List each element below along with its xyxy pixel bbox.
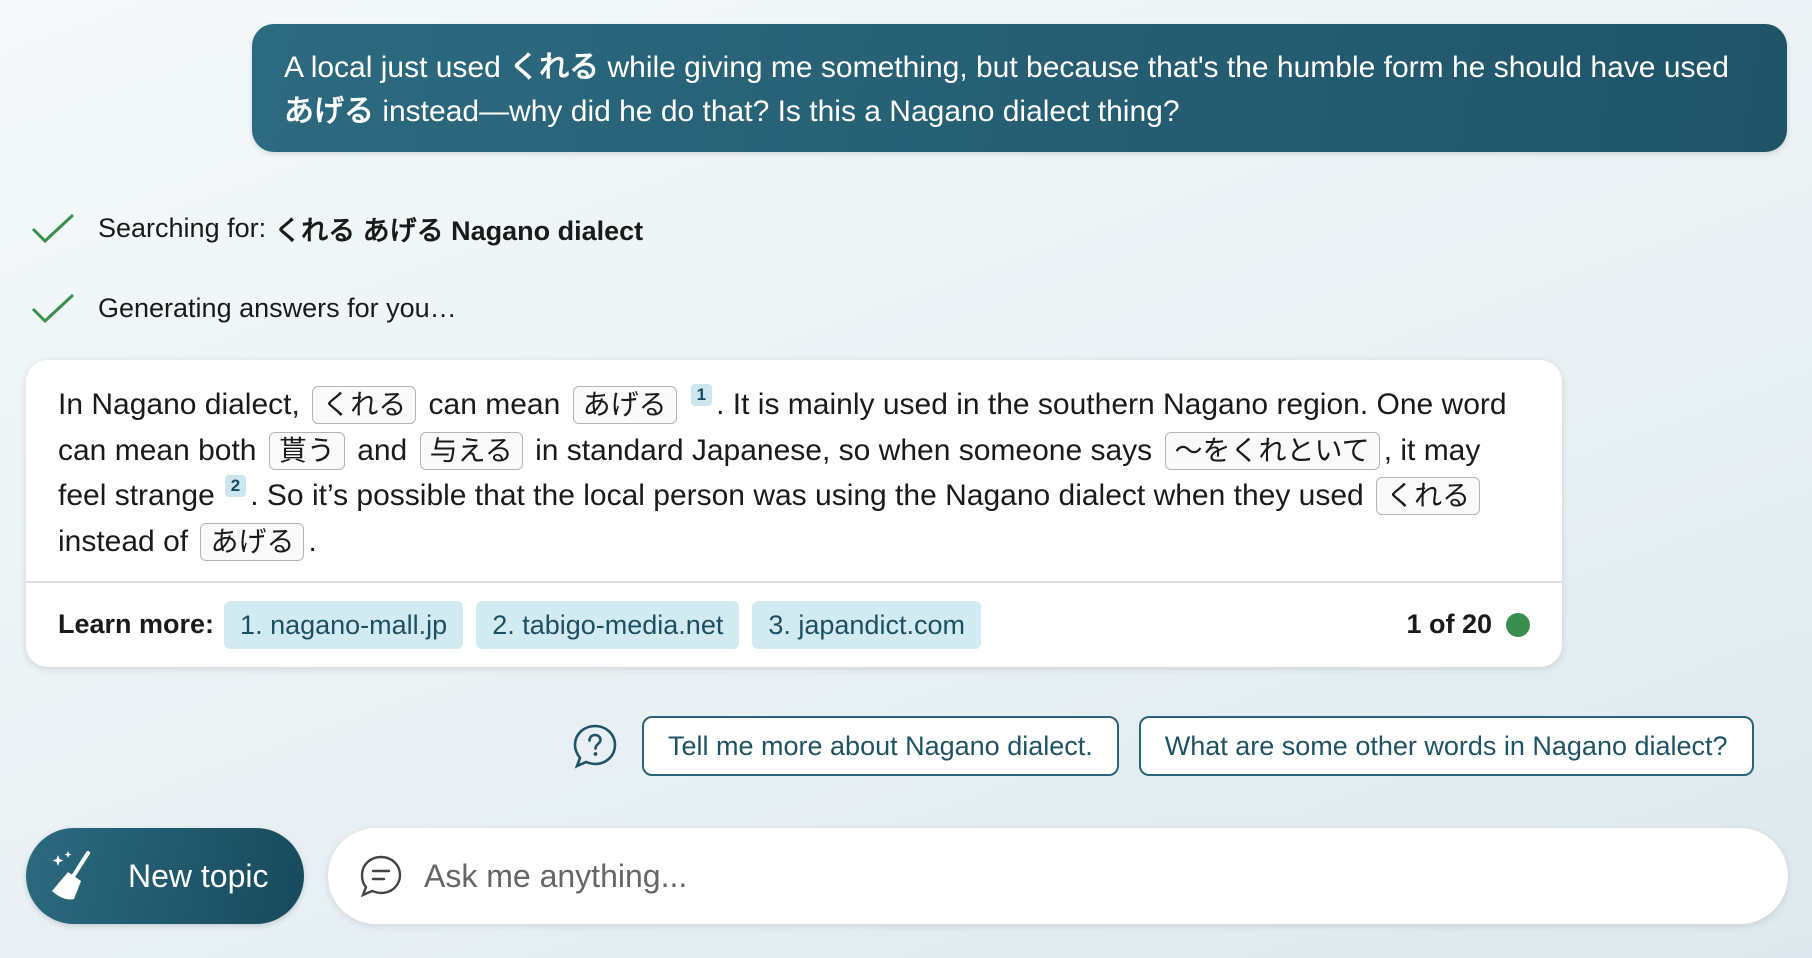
question-bubble-icon[interactable]	[572, 723, 618, 769]
answer-segment: . So it’s possible that the local person…	[250, 479, 1364, 512]
answer-segment: can mean	[428, 388, 561, 421]
ask-input[interactable]	[422, 856, 1788, 896]
user-message-text: while giving me something, but because t…	[599, 51, 1729, 84]
check-icon	[31, 293, 75, 324]
suggestions-row: Tell me more about Nagano dialect. What …	[572, 716, 1774, 776]
answer-segment: In Nagano dialect,	[58, 388, 300, 421]
new-topic-label: New topic	[128, 857, 269, 894]
citation-2[interactable]: 2	[224, 475, 247, 497]
page-count-text: 1 of 20	[1406, 609, 1492, 639]
learn-more-label: Learn more:	[58, 609, 215, 639]
user-message-bubble: A local just used くれる while giving me so…	[252, 24, 1787, 152]
search-prefix: Searching for:	[98, 212, 267, 243]
answer-segment: and	[357, 433, 408, 467]
suggestion-button-1[interactable]: Tell me more about Nagano dialect.	[642, 716, 1119, 776]
progress-generating: Generating answers for you…	[30, 286, 457, 330]
jp-word-chip: くれる	[1376, 477, 1481, 515]
source-link-2[interactable]: 2. tabigo-media.net	[476, 600, 740, 649]
generating-text: Generating answers for you…	[98, 292, 457, 323]
user-message-text: A local just used	[284, 51, 510, 84]
learn-more-row: Learn more: 1. nagano-mall.jp 2. tabigo-…	[26, 583, 1562, 667]
answer-segment: .	[308, 524, 317, 558]
jp-word-chip: 貰う	[268, 431, 345, 470]
user-message-text: instead—why did he do that? Is this a Na…	[374, 95, 1180, 128]
answer-text: In Nagano dialect, くれる can mean あげる 1. It…	[26, 360, 1562, 581]
jp-word-chip: 〜をくれといて	[1164, 431, 1380, 470]
check-icon	[31, 213, 75, 244]
user-message-jp-ageru: あげる	[284, 95, 374, 128]
progress-searching: Searching for: くれる あげる Nagano dialect	[30, 206, 643, 250]
ask-input-container[interactable]	[328, 828, 1788, 924]
jp-word-chip: 与える	[419, 431, 523, 470]
search-query: くれる あげる Nagano dialect	[274, 215, 644, 246]
jp-word-chip: くれる	[312, 386, 417, 424]
user-message-jp-kureru: くれる	[509, 51, 600, 84]
status-dot-icon	[1506, 612, 1530, 637]
jp-word-chip: あげる	[200, 522, 305, 561]
new-topic-button[interactable]: New topic	[26, 828, 304, 924]
source-link-3[interactable]: 3. japandict.com	[752, 600, 981, 649]
page-count: 1 of 20	[1406, 609, 1530, 640]
chat-bubble-icon	[360, 855, 402, 898]
suggestion-button-2[interactable]: What are some other words in Nagano dial…	[1138, 716, 1754, 776]
answer-segment: in standard Japanese, so when someone sa…	[535, 433, 1153, 467]
source-link-1[interactable]: 1. nagano-mall.jp	[224, 600, 464, 649]
jp-word-chip: あげる	[572, 386, 677, 424]
answer-card: In Nagano dialect, くれる can mean あげる 1. It…	[26, 360, 1562, 667]
answer-segment: instead of	[58, 524, 189, 558]
broom-sparkle-icon	[52, 851, 90, 900]
citation-1[interactable]: 1	[690, 384, 713, 406]
